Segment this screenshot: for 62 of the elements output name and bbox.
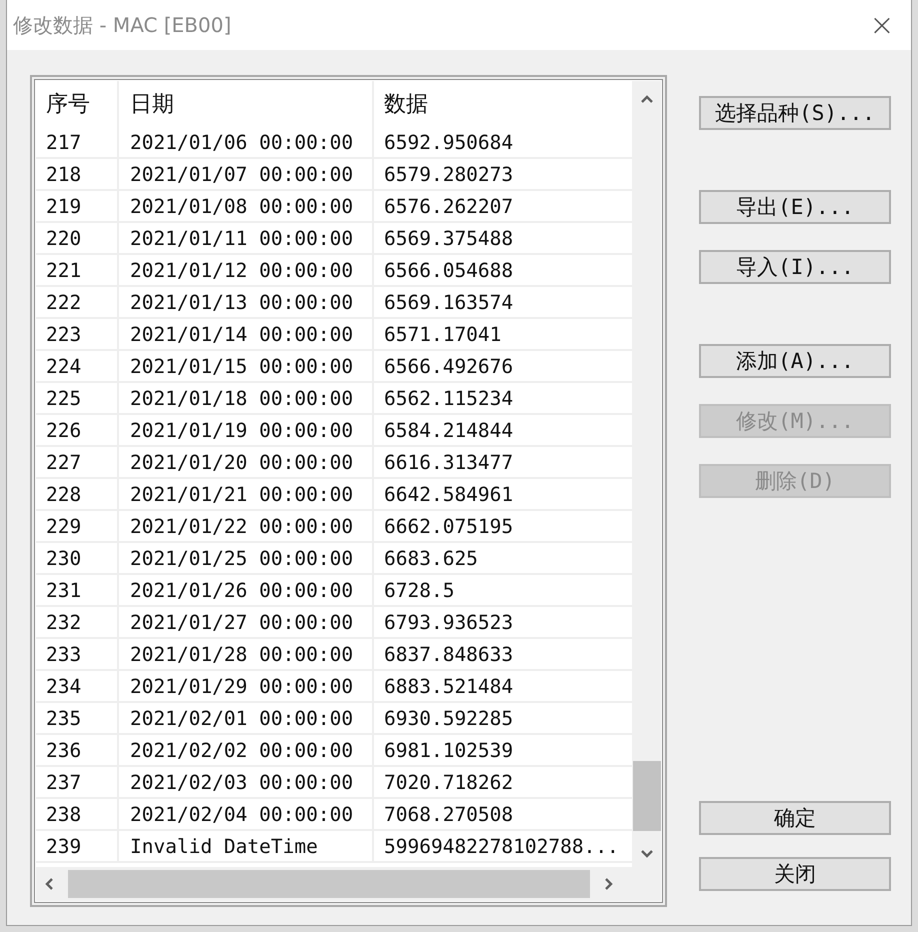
table-cell: 2021/01/08 00:00:00 xyxy=(119,191,374,223)
horizontal-scrollbar[interactable] xyxy=(36,867,661,901)
table-cell: 237 xyxy=(36,767,119,799)
dialog-button[interactable]: 导出(E)... xyxy=(699,190,891,224)
scroll-down-icon[interactable] xyxy=(640,849,654,859)
table-cell: 233 xyxy=(36,639,119,671)
table-cell: 2021/02/01 00:00:00 xyxy=(119,703,374,735)
scrollbar-thumb[interactable] xyxy=(68,870,590,898)
table-cell: 2021/01/20 00:00:00 xyxy=(119,447,374,479)
table-cell: 223 xyxy=(36,319,119,351)
scroll-right-icon[interactable] xyxy=(604,877,614,891)
table-cell: 2021/01/25 00:00:00 xyxy=(119,543,374,575)
table-cell: 229 xyxy=(36,511,119,543)
table-cell: 232 xyxy=(36,607,119,639)
table-cell: 2021/01/19 00:00:00 xyxy=(119,415,374,447)
close-button[interactable]: × xyxy=(853,0,911,50)
table-cell: 222 xyxy=(36,287,119,319)
dialog-button[interactable]: 导入(I)... xyxy=(699,250,891,284)
scroll-left-icon[interactable] xyxy=(44,877,54,891)
table-cell: 2021/01/28 00:00:00 xyxy=(119,639,374,671)
table-cell: 224 xyxy=(36,351,119,383)
table-cell: 2021/01/29 00:00:00 xyxy=(119,671,374,703)
dialog-button[interactable]: 关闭 xyxy=(699,857,891,891)
table-cell: 238 xyxy=(36,799,119,831)
table-cell: 2021/01/06 00:00:00 xyxy=(119,127,374,159)
table-cell: 230 xyxy=(36,543,119,575)
table-cell: 219 xyxy=(36,191,119,223)
table-cell: 2021/01/15 00:00:00 xyxy=(119,351,374,383)
scroll-up-icon[interactable] xyxy=(640,94,654,104)
table-cell: 221 xyxy=(36,255,119,287)
table-cell: 2021/01/13 00:00:00 xyxy=(119,287,374,319)
table-cell: 220 xyxy=(36,223,119,255)
table-cell: 2021/01/11 00:00:00 xyxy=(119,223,374,255)
scrollbar-thumb[interactable] xyxy=(633,761,661,831)
table-cell: 2021/02/04 00:00:00 xyxy=(119,799,374,831)
table-cell: 2021/01/18 00:00:00 xyxy=(119,383,374,415)
table-cell: 225 xyxy=(36,383,119,415)
dialog-button[interactable]: 选择品种(S)... xyxy=(699,96,891,130)
table-cell: 218 xyxy=(36,159,119,191)
table-cell: 2021/02/02 00:00:00 xyxy=(119,735,374,767)
table-cell: 236 xyxy=(36,735,119,767)
vertical-scrollbar[interactable] xyxy=(632,81,661,867)
table-cell: 2021/01/26 00:00:00 xyxy=(119,575,374,607)
table-cell: 2021/01/22 00:00:00 xyxy=(119,511,374,543)
table-cell: 235 xyxy=(36,703,119,735)
table-cell: 2021/01/21 00:00:00 xyxy=(119,479,374,511)
table-cell: 2021/01/14 00:00:00 xyxy=(119,319,374,351)
dialog-button[interactable]: 添加(A)... xyxy=(699,344,891,378)
window-title: 修改数据 - MAC [EB00] xyxy=(13,12,232,38)
table-cell: 226 xyxy=(36,415,119,447)
table-cell: 228 xyxy=(36,479,119,511)
table-cell: 2021/01/12 00:00:00 xyxy=(119,255,374,287)
table-cell: 231 xyxy=(36,575,119,607)
table-cell: 239 xyxy=(36,831,119,863)
table-cell: 227 xyxy=(36,447,119,479)
table-cell: 217 xyxy=(36,127,119,159)
table-cell: 2021/02/03 00:00:00 xyxy=(119,767,374,799)
dialog-button[interactable]: 确定 xyxy=(699,801,891,835)
table-cell: 2021/01/27 00:00:00 xyxy=(119,607,374,639)
table-cell: 234 xyxy=(36,671,119,703)
table-cell: Invalid DateTime xyxy=(119,831,374,863)
table-cell: 2021/01/07 00:00:00 xyxy=(119,159,374,191)
